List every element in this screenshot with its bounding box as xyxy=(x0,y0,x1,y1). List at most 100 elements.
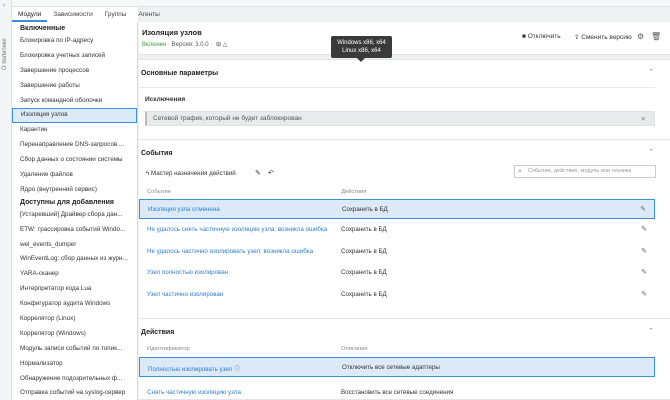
module-status-line: Включен · Версия: 3.0.0 · ⊞ △ xyxy=(142,41,227,48)
available-module-item[interactable]: [Устаревший] Драйвер сбора дан... xyxy=(12,208,137,223)
event-name-link[interactable]: Узел полностью изолирован xyxy=(147,269,228,276)
module-item[interactable]: Карантин xyxy=(12,123,137,138)
expand-chevron-icon[interactable]: ‹ xyxy=(3,2,5,9)
module-item[interactable]: Удаление файлов xyxy=(12,168,137,183)
top-bar xyxy=(12,0,670,7)
enabled-modules-header: Включенные xyxy=(20,25,66,32)
undo-icon[interactable]: ↶ xyxy=(268,169,274,177)
event-name-link[interactable]: Не удалось частично изолировать узел: во… xyxy=(147,248,313,255)
edit-icon[interactable]: ✎ xyxy=(641,247,647,255)
modules-list-panel: Включенные Блокировка по IP-адресу Блокир… xyxy=(12,22,138,400)
windows-icon[interactable]: ⊞ xyxy=(216,42,221,48)
event-name-link[interactable]: Изоляция узла отменена xyxy=(148,206,220,213)
version-label: · Версия: 3.0.0 · xyxy=(168,42,213,48)
module-item[interactable]: Сбор данных о состоянии системы xyxy=(12,153,137,168)
actions-card: Действия ⌃ Идентификатор Описание Полнос… xyxy=(139,318,670,400)
basic-params-title: Основные параметры xyxy=(141,70,219,77)
module-item[interactable]: Блокировка по IP-адресу xyxy=(12,34,137,49)
event-action: Сохранить в БД xyxy=(341,226,387,234)
tab-modules[interactable]: Модули xyxy=(12,7,48,22)
event-name-link[interactable]: Узел частично изолирован xyxy=(147,291,223,298)
lightning-icon: ϟ xyxy=(146,170,150,177)
events-title: События xyxy=(141,150,173,157)
events-search-input[interactable]: ⌕ Событие, действие, модуль или техника xyxy=(514,165,656,178)
module-header: Изоляция узлов Включен · Версия: 3.0.0 ·… xyxy=(139,22,670,55)
col-description[interactable]: Описание xyxy=(341,346,368,352)
edit-icon[interactable]: ✎ xyxy=(640,205,646,213)
available-module-item[interactable]: Обнаружение подозрительных ф... xyxy=(12,372,137,387)
tab-groups[interactable]: Группы xyxy=(99,7,133,22)
col-actions[interactable]: Действия xyxy=(341,189,366,195)
action-id-text[interactable]: Полностью изолировать узел xyxy=(148,366,232,373)
change-version-button[interactable]: ⇪ Сменить версию xyxy=(574,33,632,41)
collapse-chevron-icon[interactable]: ⌃ xyxy=(648,327,654,335)
edit-icon[interactable]: ✎ xyxy=(641,268,647,276)
edit-icon[interactable]: ✎ xyxy=(641,290,647,298)
available-modules-header: Доступны для добавления xyxy=(20,198,114,206)
exceptions-label: Исключения xyxy=(145,96,186,103)
collapse-chevron-icon[interactable]: ⌃ xyxy=(648,68,654,76)
module-item[interactable]: Завершение процессов xyxy=(12,64,137,79)
exception-field[interactable]: Сетевой трафик, который не будет заблоки… xyxy=(145,111,655,126)
collapse-chevron-icon[interactable]: ⌃ xyxy=(648,148,654,156)
action-row[interactable]: Снять частичную изоляцию узла Восстановит… xyxy=(139,383,655,400)
action-id-text[interactable]: Снять частичную изоляцию узла xyxy=(147,389,241,396)
assign-actions-wizard-button[interactable]: ϟ Мастер назначения действий xyxy=(146,170,236,177)
module-item[interactable]: Запуск командной оболочки xyxy=(12,94,137,109)
module-item[interactable]: Перенаправление DNS-запросов ... xyxy=(12,138,137,153)
action-id-link[interactable]: Полностью изолировать узел ⓘ xyxy=(148,364,240,373)
gear-icon[interactable]: ⚙ xyxy=(637,32,644,41)
event-row[interactable]: Изоляция узла отменена Сохранить в БД ✎ xyxy=(139,199,655,219)
event-action: Сохранить в БД xyxy=(341,247,387,255)
available-module-item[interactable]: Модуль записи событий по топик... xyxy=(12,342,137,357)
col-identifier[interactable]: Идентификатор xyxy=(147,346,190,352)
status-enabled: Включен xyxy=(142,42,167,48)
available-module-item[interactable]: Интерпретатор кода Lua xyxy=(12,282,137,297)
module-item[interactable]: Изоляция узлов xyxy=(12,108,137,124)
available-module-item[interactable]: Коррелятор (Windows) xyxy=(12,327,137,342)
platforms-tooltip: Windows x86, x64 Linux x86, x64 xyxy=(331,36,392,62)
module-item[interactable]: Ядро (внутренний сервис) xyxy=(12,183,137,198)
event-name-link[interactable]: Не удалось снять частичную изоляцию узла… xyxy=(147,226,327,233)
available-module-item[interactable]: WinEventLog: сбор данных из журн... xyxy=(12,252,137,267)
delete-icon[interactable]: 🗑 xyxy=(651,32,661,41)
event-row[interactable]: Узел частично изолирован Сохранить в БД ✎ xyxy=(139,285,655,305)
available-module-item[interactable]: YARA-сканер xyxy=(12,267,137,282)
event-action: Сохранить в БД xyxy=(342,206,388,213)
edit-icon[interactable]: ✎ xyxy=(255,169,261,177)
edit-icon[interactable]: ✎ xyxy=(641,225,647,233)
stop-icon: ■ xyxy=(522,33,526,40)
module-item[interactable]: Завершение работы xyxy=(12,79,137,94)
available-module-item[interactable]: Отправка событий на syslog-сервер xyxy=(12,386,137,400)
policy-side-strip[interactable]: ‹ О политике xyxy=(0,0,12,400)
policy-strip-label[interactable]: О политике xyxy=(2,38,8,70)
scrollbar[interactable] xyxy=(657,59,665,400)
tab-bar: Модули Зависимости Группы Агенты xyxy=(12,7,160,22)
search-icon: ⌕ xyxy=(518,168,522,175)
basic-params-card: Основные параметры ⌃ Исключения Сетевой … xyxy=(139,59,670,151)
available-module-item[interactable]: wel_events_dumper xyxy=(12,238,137,253)
action-id-link[interactable]: Снять частичную изоляцию узла xyxy=(147,389,241,396)
action-row[interactable]: Полностью изолировать узел ⓘ Отключить вс… xyxy=(139,357,655,377)
action-description: Восстановить все сетевые соединения xyxy=(341,389,454,396)
info-icon[interactable]: ⓘ xyxy=(232,366,240,373)
module-details: Изоляция узлов Включен · Версия: 3.0.0 ·… xyxy=(139,22,670,400)
event-action: Сохранить в БД xyxy=(341,269,387,277)
available-module-item[interactable]: Нормализатор xyxy=(12,357,137,372)
tab-dependencies[interactable]: Зависимости xyxy=(47,7,98,22)
available-module-item[interactable]: Конфигуратор аудита Windows xyxy=(12,297,137,312)
available-module-item[interactable]: ETW: трассировка событий Windo... xyxy=(12,223,137,238)
event-row[interactable]: Узел полностью изолирован Сохранить в БД ✎ xyxy=(139,263,655,283)
module-item[interactable]: Блокировка учетных записей xyxy=(12,49,137,64)
col-event[interactable]: Событие xyxy=(147,189,171,195)
tab-agents[interactable]: Агенты xyxy=(132,7,165,22)
event-row[interactable]: Не удалось снять частичную изоляцию узла… xyxy=(139,220,655,240)
actions-title: Действия xyxy=(141,329,175,336)
available-module-item[interactable]: Коррелятор (Linux) xyxy=(12,312,137,327)
event-row[interactable]: Не удалось частично изолировать узел: во… xyxy=(139,242,655,262)
upload-icon: ⇪ xyxy=(574,34,580,41)
linux-icon[interactable]: △ xyxy=(223,42,228,48)
clear-icon[interactable]: ✕ xyxy=(641,115,646,123)
module-title: Изоляция узлов xyxy=(142,28,202,37)
disable-button[interactable]: ■ Отключить xyxy=(522,33,561,40)
